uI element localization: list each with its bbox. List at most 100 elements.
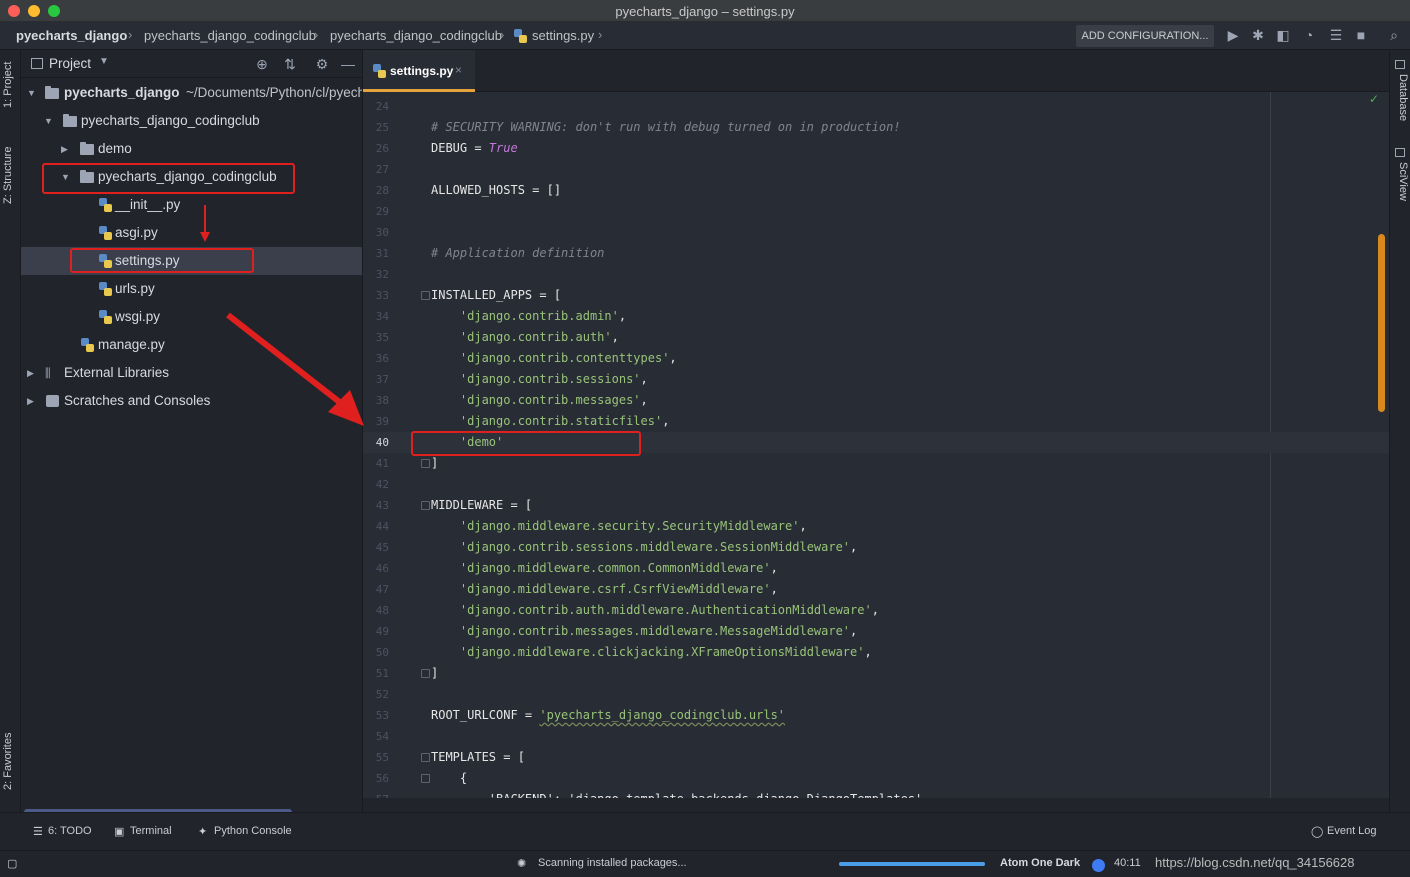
tree-item-scratches[interactable]: ▶ Scratches and Consoles — [21, 387, 362, 415]
code-line[interactable]: 50 'django.middleware.clickjacking.XFram… — [363, 642, 1389, 663]
code-line[interactable]: 28 ALLOWED_HOSTS = [] — [363, 180, 1389, 201]
code-line[interactable]: 42 — [363, 474, 1389, 495]
code-line[interactable]: 31 # Application definition — [363, 243, 1389, 264]
tree-item-root[interactable]: ▼ pyecharts_django ~/Documents/Python/cl… — [21, 79, 362, 107]
tab-event-log[interactable]: Event Log — [1327, 825, 1377, 837]
tab-database[interactable]: Database — [1397, 74, 1409, 121]
code-line[interactable]: 53 ROOT_URLCONF = 'pyecharts_django_codin… — [363, 705, 1389, 726]
code-line[interactable]: 43 MIDDLEWARE = [ — [363, 495, 1389, 516]
close-icon[interactable]: × — [455, 63, 462, 77]
code-line[interactable]: 51] — [363, 663, 1389, 684]
collapse-all-icon[interactable]: ⇅ — [281, 55, 299, 73]
tab-project[interactable]: 1: Project — [2, 62, 14, 108]
gear-icon[interactable]: ⚙ — [313, 55, 331, 73]
hide-panel-icon[interactable]: — — [339, 55, 357, 73]
chevron-down-icon[interactable]: ▼ — [27, 79, 36, 107]
code-line[interactable]: 41] — [363, 453, 1389, 474]
fold-marker-icon[interactable] — [421, 669, 430, 678]
tree-item-package[interactable]: ▼ pyecharts_django_codingclub — [21, 107, 362, 135]
run-icon[interactable]: ▶ — [1224, 26, 1242, 44]
tree-item-manage[interactable]: manage.py — [21, 331, 362, 359]
coverage-icon[interactable]: ◧ — [1274, 26, 1292, 44]
code-line[interactable]: 36 'django.contrib.contenttypes', — [363, 348, 1389, 369]
navigation-bar: pyecharts_django › pyecharts_django_codi… — [0, 22, 1410, 50]
code-line[interactable]: 38 'django.contrib.messages', — [363, 390, 1389, 411]
tree-item-init[interactable]: __init__.py — [21, 191, 362, 219]
code-line[interactable]: 30 — [363, 222, 1389, 243]
tree-item-asgi[interactable]: asgi.py — [21, 219, 362, 247]
vertical-scrollbar[interactable] — [1378, 234, 1385, 412]
tab-structure[interactable]: Z: Structure — [2, 147, 14, 204]
tab-python-console[interactable]: Python Console — [214, 825, 292, 837]
tree-item-urls[interactable]: urls.py — [21, 275, 362, 303]
caret-position[interactable]: 40:11 — [1114, 857, 1141, 869]
code-line[interactable]: 48 'django.contrib.auth.middleware.Authe… — [363, 600, 1389, 621]
editor-tab-bar: settings.py × — [363, 50, 1389, 92]
breadcrumb-project[interactable]: pyecharts_django — [16, 28, 127, 43]
code-line[interactable]: 32 — [363, 264, 1389, 285]
chevron-right-icon[interactable]: ▶ — [27, 359, 34, 387]
code-line[interactable]: 56 { — [363, 768, 1389, 789]
code-line[interactable]: 49 'django.contrib.messages.middleware.M… — [363, 621, 1389, 642]
code-line[interactable]: 33 INSTALLED_APPS = [ — [363, 285, 1389, 306]
breadcrumb-folder[interactable]: pyecharts_django_codingclub — [144, 28, 316, 43]
tab-todo[interactable]: 6: TODO — [48, 825, 92, 837]
tree-item-external-libraries[interactable]: ▶ ⫼ External Libraries — [21, 359, 362, 387]
code-editor[interactable]: 24 25 # SECURITY WARNING: don't run with d… — [363, 92, 1389, 798]
code-line[interactable]: 55 TEMPLATES = [ — [363, 747, 1389, 768]
code-line[interactable]: 29 — [363, 201, 1389, 222]
theme-label[interactable]: Atom One Dark — [1000, 857, 1080, 869]
stop-icon[interactable]: ■ — [1352, 26, 1370, 44]
profile-icon[interactable]: ◔ — [1300, 26, 1318, 44]
breadcrumb-subfolder[interactable]: pyecharts_django_codingclub — [330, 28, 502, 43]
fold-marker-icon[interactable] — [421, 459, 430, 468]
locate-icon[interactable]: ⊕ — [253, 55, 271, 73]
code-line[interactable]: 24 — [363, 96, 1389, 117]
tab-terminal[interactable]: Terminal — [130, 825, 172, 837]
code-line[interactable]: 26 DEBUG = True — [363, 138, 1389, 159]
line-number: 56 — [375, 772, 389, 785]
fold-marker-icon[interactable] — [421, 774, 430, 783]
tab-sciview[interactable]: SciView — [1397, 162, 1409, 201]
search-icon[interactable]: ⌕ — [1385, 26, 1403, 44]
code-line[interactable]: 57 'BACKEND': 'django.template.backends.… — [363, 789, 1389, 798]
chevron-down-icon[interactable]: ▼ — [44, 107, 53, 135]
code-string: 'django.contrib.messages' — [459, 393, 641, 407]
code-text: # Application definition — [431, 243, 604, 264]
bottom-tool-bar: ☰ 6: TODO ▣ Terminal ✦ Python Console ◯ … — [0, 812, 1410, 850]
tab-favorites[interactable]: 2: Favorites — [2, 733, 14, 790]
background-task-text[interactable]: Scanning installed packages... — [538, 857, 687, 869]
code-line[interactable]: 27 — [363, 159, 1389, 180]
code-line[interactable]: 34 'django.contrib.admin', — [363, 306, 1389, 327]
code-line[interactable]: 52 — [363, 684, 1389, 705]
code-line[interactable]: 45 'django.contrib.sessions.middleware.S… — [363, 537, 1389, 558]
breadcrumb-file[interactable]: settings.py — [532, 28, 594, 43]
chevron-right-icon: › — [598, 27, 603, 42]
concurrency-icon[interactable]: ☰ — [1327, 26, 1345, 44]
project-view-selector[interactable]: Project — [49, 56, 91, 71]
line-number: 32 — [375, 268, 389, 281]
fold-marker-icon[interactable] — [421, 501, 430, 510]
inspection-ok-icon[interactable]: ✓ — [1369, 92, 1379, 106]
debug-icon[interactable]: ✱ — [1249, 26, 1267, 44]
code-line[interactable]: 25 # SECURITY WARNING: don't run with deb… — [363, 117, 1389, 138]
code-line[interactable]: 46 'django.middleware.common.CommonMiddl… — [363, 558, 1389, 579]
code-line[interactable]: 39 'django.contrib.staticfiles', — [363, 411, 1389, 432]
code-line[interactable]: 37 'django.contrib.sessions', — [363, 369, 1389, 390]
chevron-down-icon[interactable]: ▼ — [99, 56, 109, 67]
fold-marker-icon[interactable] — [421, 753, 430, 762]
code-line[interactable]: 44 'django.middleware.security.SecurityM… — [363, 516, 1389, 537]
add-configuration-button[interactable]: ADD CONFIGURATION... — [1076, 25, 1214, 47]
code-line[interactable]: 47 'django.middleware.csrf.CsrfViewMiddl… — [363, 579, 1389, 600]
code-line[interactable]: 54 — [363, 726, 1389, 747]
chevron-right-icon[interactable]: ▶ — [27, 387, 34, 415]
chevron-right-icon[interactable]: ▶ — [61, 135, 68, 163]
code-line[interactable]: 35 'django.contrib.auth', — [363, 327, 1389, 348]
toggle-tool-windows-icon[interactable]: ▢ — [7, 857, 17, 870]
tree-item-demo[interactable]: ▶ demo — [21, 135, 362, 163]
todo-icon: ☰ — [33, 826, 43, 838]
fold-marker-icon[interactable] — [421, 291, 430, 300]
tree-item-wsgi[interactable]: wsgi.py — [21, 303, 362, 331]
tab-settings-py[interactable]: settings.py × — [363, 50, 475, 92]
code-string: 'django.contrib.messages.middleware.Mess… — [459, 624, 851, 638]
